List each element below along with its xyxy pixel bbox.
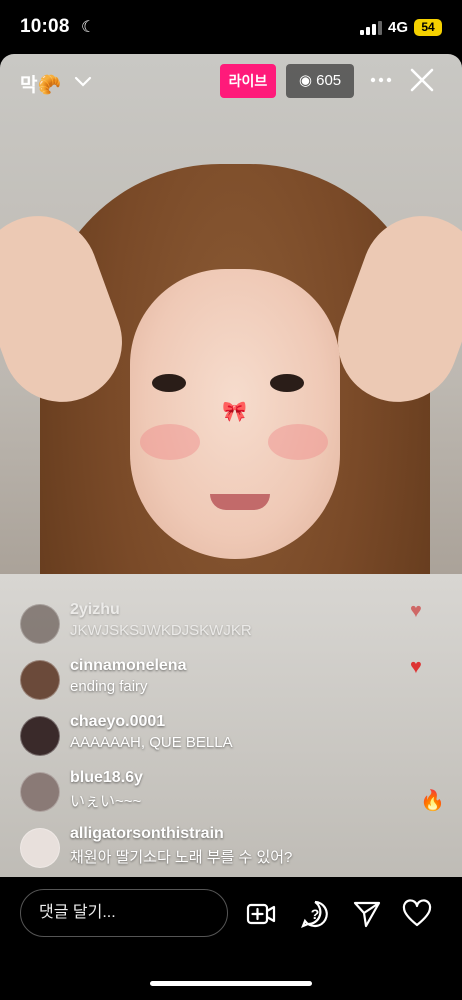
comment-username[interactable]: cinnamonelena: [70, 657, 186, 675]
host-username[interactable]: 막🥐: [20, 70, 61, 97]
battery-icon: 54: [414, 19, 442, 36]
home-indicator[interactable]: [150, 981, 312, 986]
video-mouth: [210, 494, 270, 510]
comment-input[interactable]: [20, 889, 228, 937]
question-icon[interactable]: ?: [300, 899, 330, 929]
comment-text: ending fairy: [70, 678, 148, 695]
status-bar: 10:08 ☾ 4G 54: [0, 0, 462, 54]
eye-icon: ◉: [298, 72, 312, 89]
fire-icon: 🔥: [420, 790, 445, 812]
comment-text: AAAAAAH, QUE BELLA: [70, 734, 233, 751]
live-badge: 라이브: [220, 64, 276, 98]
comment-text: JKWJSKSJWKDJSKWJKR: [70, 622, 252, 639]
signal-icon: [360, 21, 382, 35]
send-icon[interactable]: [352, 899, 382, 929]
video-eye-right: [270, 374, 304, 392]
close-icon[interactable]: [408, 66, 436, 94]
comment-username[interactable]: alligatorsonthistrain: [70, 825, 224, 843]
comment-item: cinnamonelena ending fairy: [20, 656, 420, 712]
comment-username[interactable]: blue18.6y: [70, 769, 143, 787]
comment-username[interactable]: 2yizhu: [70, 601, 120, 619]
viewer-count-badge[interactable]: ◉ 605: [286, 64, 354, 98]
avatar: [20, 772, 60, 812]
heart-icon[interactable]: [402, 899, 432, 929]
comment-username[interactable]: chaeyo.0001: [70, 713, 165, 731]
network-type: 4G: [388, 19, 409, 36]
comment-item: 2yizhu JKWJSKSJWKDJSKWJKR: [20, 600, 420, 656]
avatar: [20, 604, 60, 644]
avatar: [20, 660, 60, 700]
bottom-bar: ?: [0, 877, 462, 1000]
comment-text: いぇい~~~: [70, 793, 142, 810]
avatar: [20, 716, 60, 756]
viewer-count: 605: [316, 72, 342, 89]
status-time: 10:08: [20, 16, 70, 37]
comment-item: chaeyo.0001 AAAAAAH, QUE BELLA: [20, 712, 420, 768]
chevron-down-icon[interactable]: [74, 72, 92, 90]
more-icon[interactable]: [368, 70, 394, 90]
comment-text: 채원아 딸기소다 노래 부를 수 있어?: [70, 849, 293, 866]
add-video-icon[interactable]: [246, 899, 276, 929]
svg-text:?: ?: [311, 906, 320, 922]
video-cheek-left: [140, 424, 200, 460]
avatar: [20, 828, 60, 868]
comment-item: blue18.6y いぇい~~~: [20, 768, 420, 824]
bow-icon: 🎀: [222, 401, 247, 423]
moon-icon: ☾: [81, 19, 96, 36]
comment-item: alligatorsonthistrain 채원아 딸기소다 노래 부를 수 있…: [20, 824, 420, 880]
comment-list: 2yizhu JKWJSKSJWKDJSKWJKR cinnamonelena …: [20, 600, 420, 880]
video-eye-left: [152, 374, 186, 392]
video-cheek-right: [268, 424, 328, 460]
